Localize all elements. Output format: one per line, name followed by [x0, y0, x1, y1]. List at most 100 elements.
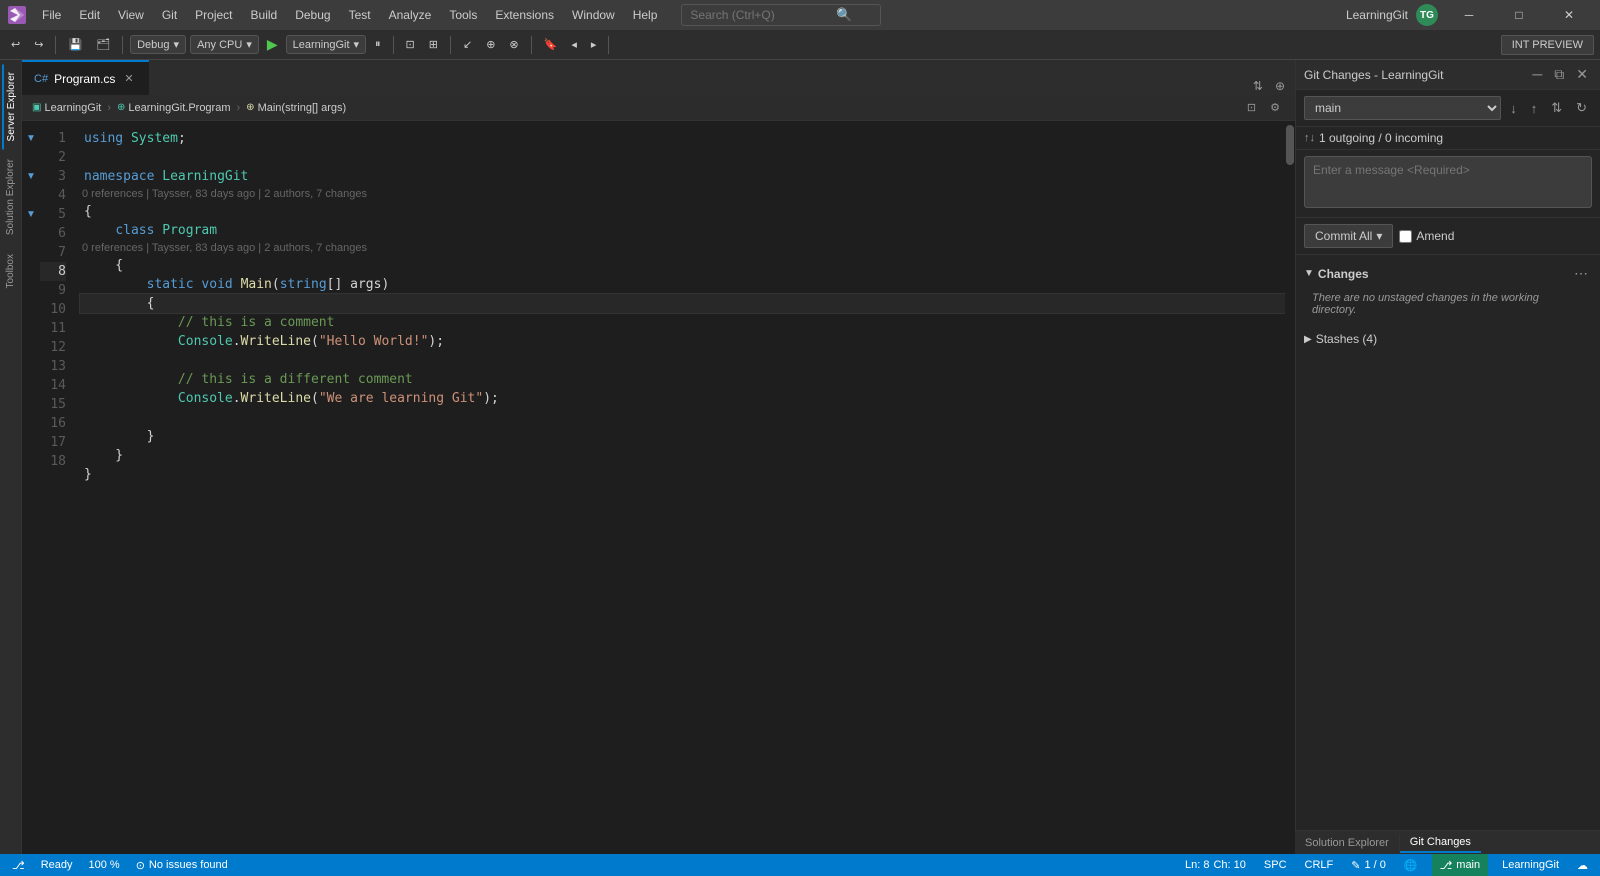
- breadcrumb-expand-btn[interactable]: ⊡: [1242, 99, 1261, 116]
- git-changes-header[interactable]: ▼ Changes ⋯: [1304, 259, 1592, 288]
- toolbar-extra4[interactable]: ↙: [458, 36, 477, 53]
- statusbar-git-branch[interactable]: ⎇ main: [1432, 854, 1489, 876]
- search-input[interactable]: [690, 8, 830, 22]
- git-branch-bar: main ↓ ↑ ⇅ ↻: [1296, 90, 1600, 127]
- editor-tab-program[interactable]: C# Program.cs ✕: [22, 60, 149, 95]
- side-tab-solution-explorer[interactable]: Solution Explorer: [3, 151, 18, 243]
- statusbar-spc-item[interactable]: SPC: [1260, 859, 1291, 871]
- breadcrumb-item-1[interactable]: ▣ LearningGit: [32, 102, 101, 114]
- git-amend-label[interactable]: Amend: [1399, 229, 1454, 243]
- run-button[interactable]: ▶: [263, 34, 282, 55]
- statusbar-zoom-item[interactable]: 100 %: [84, 859, 123, 871]
- menu-extensions[interactable]: Extensions: [487, 6, 562, 24]
- gutter-fold-5[interactable]: ▼: [22, 167, 40, 186]
- git-outgoing-bar[interactable]: ↑↓ 1 outgoing / 0 incoming: [1296, 127, 1600, 150]
- toolbar-sep2: [122, 36, 123, 54]
- toolbar-bookmark[interactable]: 🔖: [539, 36, 563, 53]
- minimize-button[interactable]: ─: [1446, 0, 1492, 30]
- menu-view[interactable]: View: [110, 6, 152, 24]
- code-line-9: // this is a comment: [80, 313, 1285, 332]
- maximize-button[interactable]: □: [1496, 0, 1542, 30]
- toolbar-redo[interactable]: ↪: [29, 36, 48, 53]
- editor-area: C# Program.cs ✕ ⇅ ⊕ ▣ LearningGit › ⊕ Le…: [22, 60, 1295, 854]
- code-scrollbar[interactable]: [1285, 121, 1295, 854]
- gutter-fold-3[interactable]: ▼: [22, 129, 40, 148]
- menu-edit[interactable]: Edit: [71, 6, 108, 24]
- editor-tab-actions: ⇅ ⊕: [1249, 77, 1295, 95]
- side-tab-server-explorer[interactable]: Server Explorer: [2, 64, 19, 149]
- search-box[interactable]: 🔍: [681, 4, 881, 26]
- menu-analyze[interactable]: Analyze: [381, 6, 440, 24]
- git-panel: Git Changes - LearningGit ─ ⧉ ✕ main ↓ ↑…: [1295, 60, 1600, 854]
- menu-help[interactable]: Help: [625, 6, 666, 24]
- statusbar-error-item[interactable]: ⊙ No issues found: [132, 859, 232, 872]
- menu-git[interactable]: Git: [154, 6, 185, 24]
- menu-test[interactable]: Test: [341, 6, 379, 24]
- breadcrumb-item-3[interactable]: ⊕ Main(string[] args): [246, 102, 346, 114]
- code-line-7: static void Main(string[] args): [80, 275, 1285, 294]
- editor-tab-action-split[interactable]: ⊕: [1271, 77, 1289, 95]
- user-avatar[interactable]: TG: [1416, 4, 1438, 26]
- git-sync-btn[interactable]: ⇅: [1546, 97, 1567, 119]
- toolbar-nav-back[interactable]: ◂: [566, 36, 582, 53]
- menu-tools[interactable]: Tools: [441, 6, 485, 24]
- bottom-tab-git-changes[interactable]: Git Changes: [1400, 833, 1481, 853]
- statusbar-repo-item[interactable]: LearningGit: [1498, 859, 1563, 871]
- statusbar-encoding-item[interactable]: 🌐: [1400, 859, 1422, 872]
- statusbar-cloud-item[interactable]: ☁: [1573, 859, 1592, 872]
- git-panel-title: Git Changes - LearningGit: [1304, 68, 1522, 82]
- statusbar-ln-item[interactable]: Ln: 8 Ch: 10: [1181, 859, 1250, 871]
- toolbar-extra2[interactable]: ⊡: [401, 36, 420, 53]
- side-tab-toolbox[interactable]: Toolbox: [3, 246, 18, 296]
- editor-tabs: C# Program.cs ✕ ⇅ ⊕: [22, 60, 1295, 95]
- git-commit-input[interactable]: [1304, 156, 1592, 208]
- toolbar-save-all[interactable]: 🗂: [91, 36, 115, 53]
- bottom-tab-solution-explorer[interactable]: Solution Explorer: [1295, 834, 1400, 852]
- breadcrumb-settings-btn[interactable]: ⚙: [1265, 99, 1285, 116]
- git-panel-float-btn[interactable]: ⧉: [1550, 64, 1568, 85]
- editor-tab-label: Program.cs: [54, 72, 115, 86]
- code-line-18: [80, 484, 1285, 503]
- statusbar-position-item[interactable]: ✎ 1 / 0: [1347, 859, 1390, 872]
- menu-file[interactable]: File: [34, 6, 69, 24]
- code-line-14: [80, 408, 1285, 427]
- git-branch-dropdown[interactable]: main: [1304, 96, 1501, 120]
- toolbar-extra6[interactable]: ⊗: [504, 36, 523, 53]
- git-amend-checkbox[interactable]: [1399, 230, 1412, 243]
- toolbar-extra3[interactable]: ⊞: [424, 36, 443, 53]
- menu-project[interactable]: Project: [187, 6, 240, 24]
- git-panel-minimize-btn[interactable]: ─: [1528, 64, 1546, 85]
- statusbar-branch-item[interactable]: ⎇: [8, 859, 29, 872]
- git-commit-area: [1296, 150, 1600, 218]
- menu-debug[interactable]: Debug: [287, 6, 338, 24]
- debug-mode-dropdown[interactable]: Debug ▾: [130, 35, 186, 54]
- toolbar-sep1: [55, 36, 56, 54]
- toolbar-extra5[interactable]: ⊕: [481, 36, 500, 53]
- menu-window[interactable]: Window: [564, 6, 623, 24]
- toolbar-undo[interactable]: ↩: [6, 36, 25, 53]
- git-commit-all-button[interactable]: Commit All ▾: [1304, 224, 1393, 248]
- toolbar-extra1[interactable]: ⏸: [370, 36, 386, 53]
- close-button[interactable]: ✕: [1546, 0, 1592, 30]
- code-line-11: [80, 351, 1285, 370]
- statusbar-crlf-item[interactable]: CRLF: [1301, 859, 1338, 871]
- git-pull-btn[interactable]: ↓: [1505, 98, 1522, 119]
- cpu-dropdown[interactable]: Any CPU ▾: [190, 35, 259, 54]
- code-content[interactable]: using System; namespace LearningGit 0 re…: [72, 121, 1285, 854]
- breadcrumb-item-2[interactable]: ⊕ LearningGit.Program: [117, 102, 231, 114]
- toolbar-nav-fwd[interactable]: ▸: [586, 36, 602, 53]
- git-refresh-btn[interactable]: ↻: [1571, 97, 1592, 119]
- int-preview-button[interactable]: INT PREVIEW: [1501, 35, 1594, 55]
- editor-tab-close-button[interactable]: ✕: [121, 71, 136, 86]
- project-dropdown[interactable]: LearningGit ▾: [286, 35, 366, 54]
- commit-dropdown-icon[interactable]: ▾: [1376, 229, 1382, 243]
- editor-tab-action-menu[interactable]: ⇅: [1249, 77, 1267, 95]
- git-stashes-header[interactable]: ▶ Stashes (4): [1304, 328, 1592, 350]
- toolbar-save[interactable]: 💾: [63, 36, 87, 53]
- git-push-btn[interactable]: ↑: [1526, 98, 1543, 119]
- git-panel-close-btn[interactable]: ✕: [1572, 64, 1592, 85]
- git-changes-more-btn[interactable]: ⋯: [1570, 263, 1592, 284]
- menu-build[interactable]: Build: [243, 6, 286, 24]
- git-bottom-tabs: Solution Explorer Git Changes: [1295, 830, 1600, 854]
- gutter-fold-7[interactable]: ▼: [22, 205, 40, 224]
